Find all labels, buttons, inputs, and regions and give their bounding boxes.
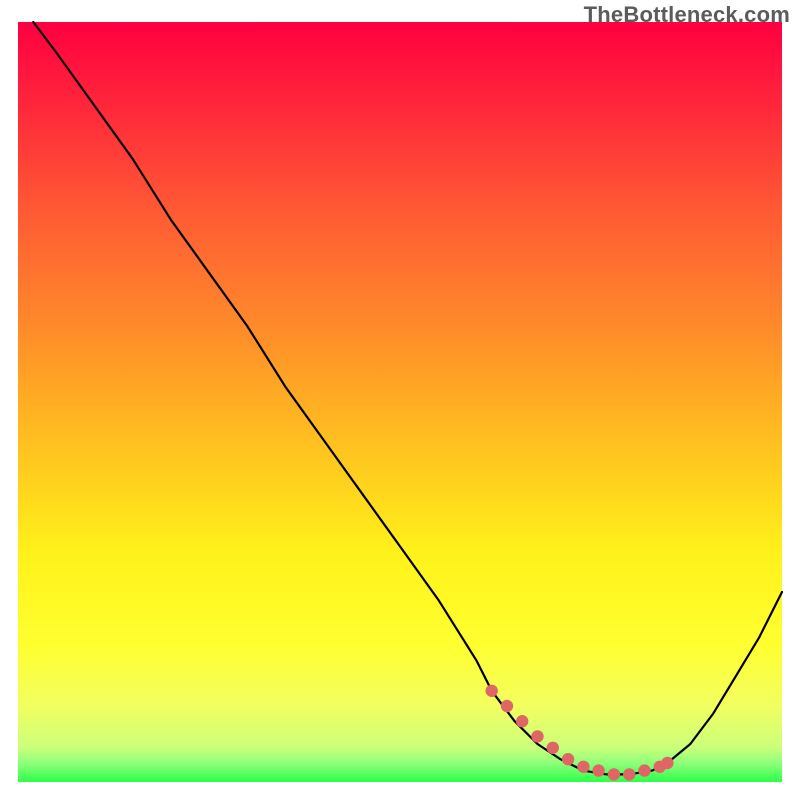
optimal-marker — [516, 715, 528, 727]
optimal-marker — [531, 730, 543, 742]
plot-area — [18, 22, 782, 782]
optimal-marker — [486, 685, 498, 697]
optimal-marker — [501, 700, 513, 712]
optimal-marker — [623, 768, 635, 780]
optimal-marker — [547, 742, 559, 754]
optimal-marker — [562, 753, 574, 765]
bottleneck-chart — [0, 0, 800, 800]
optimal-marker — [661, 757, 673, 769]
optimal-marker — [577, 761, 589, 773]
optimal-marker — [638, 764, 650, 776]
chart-stage: TheBottleneck.com — [0, 0, 800, 800]
optimal-marker — [608, 768, 620, 780]
optimal-marker — [592, 764, 604, 776]
